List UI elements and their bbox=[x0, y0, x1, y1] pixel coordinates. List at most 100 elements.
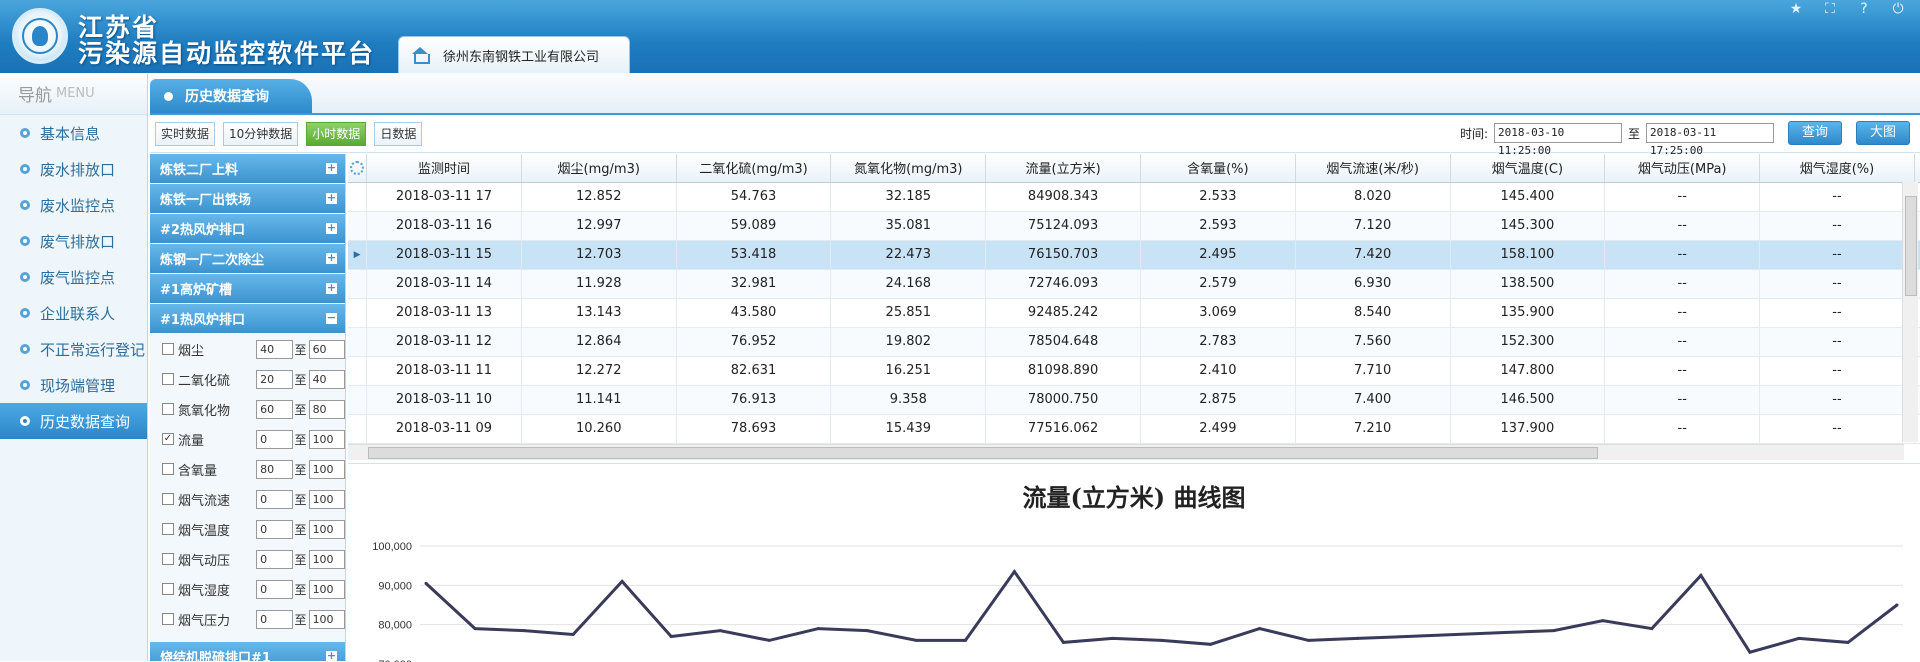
column-header[interactable]: 含氧量(%) bbox=[1140, 154, 1296, 183]
filter-to-label: 至 bbox=[294, 432, 307, 447]
table-row[interactable]: 2018-03-11 11 12.272 82.631 16.251 81098.890… bbox=[348, 356, 1920, 386]
sidebar-item[interactable]: 历史数据查询 bbox=[0, 403, 147, 439]
gear-icon[interactable] bbox=[350, 160, 365, 175]
filter-min-input[interactable]: 40 bbox=[256, 339, 293, 359]
outlet-group[interactable]: #2热风炉排口 + bbox=[150, 214, 345, 244]
outlet-group[interactable]: 炼钢一厂二次除尘 + bbox=[150, 244, 345, 274]
filter-max-input[interactable]: 100 bbox=[308, 429, 345, 449]
data-point bbox=[1160, 638, 1163, 642]
data-type-button[interactable]: 日数据 bbox=[374, 121, 423, 146]
outlet-group[interactable]: 烧结机脱硫排口#1 + bbox=[150, 642, 345, 661]
outlet-group[interactable]: 炼铁一厂出铁场 + bbox=[150, 184, 345, 214]
filter-min-input[interactable]: 0 bbox=[256, 579, 293, 599]
table-row[interactable]: 2018-03-11 17 12.852 54.763 32.185 84908.343… bbox=[348, 182, 1920, 212]
table-row[interactable]: ▶ 2018-03-11 15 12.703 53.418 22.473 76150.70… bbox=[348, 240, 1920, 270]
sidebar-item[interactable]: 基本信息 bbox=[0, 115, 147, 151]
filter-min-input[interactable]: 20 bbox=[256, 369, 293, 389]
column-header[interactable]: 烟气湿度(%) bbox=[1759, 154, 1915, 183]
filter-checkbox[interactable] bbox=[162, 613, 174, 625]
table-row[interactable]: 2018-03-11 12 12.864 76.952 19.802 78504.648… bbox=[348, 327, 1920, 357]
column-header[interactable]: 二氧化硫(mg/m3) bbox=[676, 154, 832, 183]
vertical-scroll-thumb[interactable] bbox=[1905, 196, 1917, 296]
filter-min-input[interactable]: 0 bbox=[256, 519, 293, 539]
help-icon[interactable]: ? bbox=[1854, 0, 1874, 18]
expand-icon[interactable]: + bbox=[326, 162, 337, 174]
sidebar-item[interactable]: 不正常运行登记 bbox=[0, 331, 147, 367]
fullscreen-icon[interactable]: ⛶ bbox=[1820, 0, 1840, 18]
table-row[interactable]: 2018-03-11 09 10.260 78.693 15.439 77516.062… bbox=[348, 414, 1920, 444]
column-header[interactable]: 氮氧化物(mg/m3) bbox=[830, 154, 987, 183]
start-time-input[interactable]: 2018-03-10 11:25:00 bbox=[1493, 123, 1622, 157]
data-type-button[interactable]: 实时数据 bbox=[155, 121, 216, 146]
column-header[interactable]: 监测时间 bbox=[366, 154, 522, 183]
end-time-input[interactable]: 2018-03-11 17:25:00 bbox=[1646, 123, 1774, 157]
sidebar-item[interactable]: 废水排放口 bbox=[0, 151, 147, 187]
filter-max-input[interactable]: 60 bbox=[308, 339, 345, 359]
table-cell: 76.913 bbox=[676, 385, 832, 415]
filter-max-input[interactable]: 100 bbox=[308, 549, 345, 569]
table-cell: 25.851 bbox=[830, 298, 987, 328]
sidebar-item[interactable]: 废水监控点 bbox=[0, 187, 147, 223]
column-header[interactable]: 烟尘(mg/m3) bbox=[521, 154, 677, 183]
filter-to-label: 至 bbox=[294, 342, 307, 357]
filter-min-input[interactable]: 0 bbox=[256, 489, 293, 509]
filter-checkbox[interactable] bbox=[162, 403, 174, 415]
expand-icon[interactable]: + bbox=[326, 650, 337, 661]
table-row[interactable]: 2018-03-11 10 11.141 76.913 9.358 78000.750 2… bbox=[348, 385, 1920, 415]
table-cell: 145.400 bbox=[1450, 182, 1606, 212]
filter-checkbox[interactable] bbox=[162, 553, 174, 565]
filter-max-input[interactable]: 80 bbox=[308, 399, 345, 419]
filter-checkbox[interactable] bbox=[162, 463, 174, 475]
filter-min-input[interactable]: 0 bbox=[256, 609, 293, 629]
outlet-group[interactable]: #1高炉矿槽 + bbox=[150, 274, 345, 304]
filter-max-input[interactable]: 40 bbox=[308, 369, 345, 389]
outlet-group[interactable]: #1热风炉排口 − bbox=[150, 304, 345, 334]
expand-icon[interactable]: + bbox=[326, 222, 337, 234]
sidebar-item[interactable]: 废气监控点 bbox=[0, 259, 147, 295]
filter-max-input[interactable]: 100 bbox=[308, 489, 345, 509]
expand-icon[interactable]: + bbox=[326, 252, 337, 264]
filter-min-input[interactable]: 0 bbox=[256, 429, 293, 449]
tab-history-query[interactable]: 历史数据查询 bbox=[150, 79, 312, 113]
expand-icon[interactable]: + bbox=[326, 192, 337, 204]
filter-max-input[interactable]: 100 bbox=[308, 519, 345, 539]
data-type-button[interactable]: 小时数据 bbox=[306, 121, 367, 146]
filter-max-input[interactable]: 100 bbox=[308, 579, 345, 599]
table-cell: 2018-03-11 13 bbox=[366, 298, 522, 328]
table-row[interactable]: 2018-03-11 16 12.997 59.089 35.081 75124.093… bbox=[348, 211, 1920, 241]
grid-settings-cell[interactable] bbox=[348, 154, 368, 183]
column-header[interactable]: 烟气流速(米/秒) bbox=[1295, 154, 1451, 183]
column-header[interactable]: 流量(立方米) bbox=[985, 154, 1141, 183]
column-header[interactable]: 烟气温度(C) bbox=[1450, 154, 1606, 183]
sidebar-item[interactable]: 企业联系人 bbox=[0, 295, 147, 331]
column-header[interactable]: 烟气动压(MPa) bbox=[1604, 154, 1761, 183]
expand-icon[interactable]: + bbox=[326, 282, 337, 294]
filter-min-input[interactable]: 60 bbox=[256, 399, 293, 419]
filter-checkbox[interactable] bbox=[162, 343, 174, 355]
horizontal-scrollbar[interactable] bbox=[348, 444, 1904, 460]
table-row[interactable]: 2018-03-11 14 11.928 32.981 24.168 72746.093… bbox=[348, 269, 1920, 299]
star-icon[interactable]: ★ bbox=[1786, 0, 1806, 18]
filter-max-input[interactable]: 100 bbox=[308, 609, 345, 629]
filter-checkbox[interactable]: ✓ bbox=[162, 433, 174, 445]
data-type-button[interactable]: 10分钟数据 bbox=[223, 121, 299, 146]
vertical-scrollbar[interactable] bbox=[1902, 182, 1918, 442]
horizontal-scroll-thumb[interactable] bbox=[368, 447, 1598, 459]
sidebar-item[interactable]: 现场端管理 bbox=[0, 367, 147, 403]
filter-checkbox[interactable] bbox=[162, 373, 174, 385]
power-icon[interactable]: ⏻ bbox=[1888, 0, 1908, 18]
company-tab[interactable]: 徐州东南钢铁工业有限公司 bbox=[398, 36, 630, 73]
query-button[interactable]: 查询 bbox=[1788, 121, 1842, 145]
filter-checkbox[interactable] bbox=[162, 493, 174, 505]
table-row[interactable]: 2018-03-11 13 13.143 43.580 25.851 92485.242… bbox=[348, 298, 1920, 328]
collapse-icon[interactable]: − bbox=[326, 312, 337, 324]
outlet-group[interactable]: 炼铁二厂上料 + bbox=[150, 154, 345, 184]
sidebar-item[interactable]: 废气排放口 bbox=[0, 223, 147, 259]
filter-checkbox[interactable] bbox=[162, 583, 174, 595]
column-header[interactable]: 烟 bbox=[1914, 154, 1920, 183]
filter-min-input[interactable]: 80 bbox=[256, 459, 293, 479]
filter-min-input[interactable]: 0 bbox=[256, 549, 293, 569]
filter-checkbox[interactable] bbox=[162, 523, 174, 535]
filter-max-input[interactable]: 100 bbox=[308, 459, 345, 479]
big-chart-button[interactable]: 大图 bbox=[1856, 121, 1910, 145]
